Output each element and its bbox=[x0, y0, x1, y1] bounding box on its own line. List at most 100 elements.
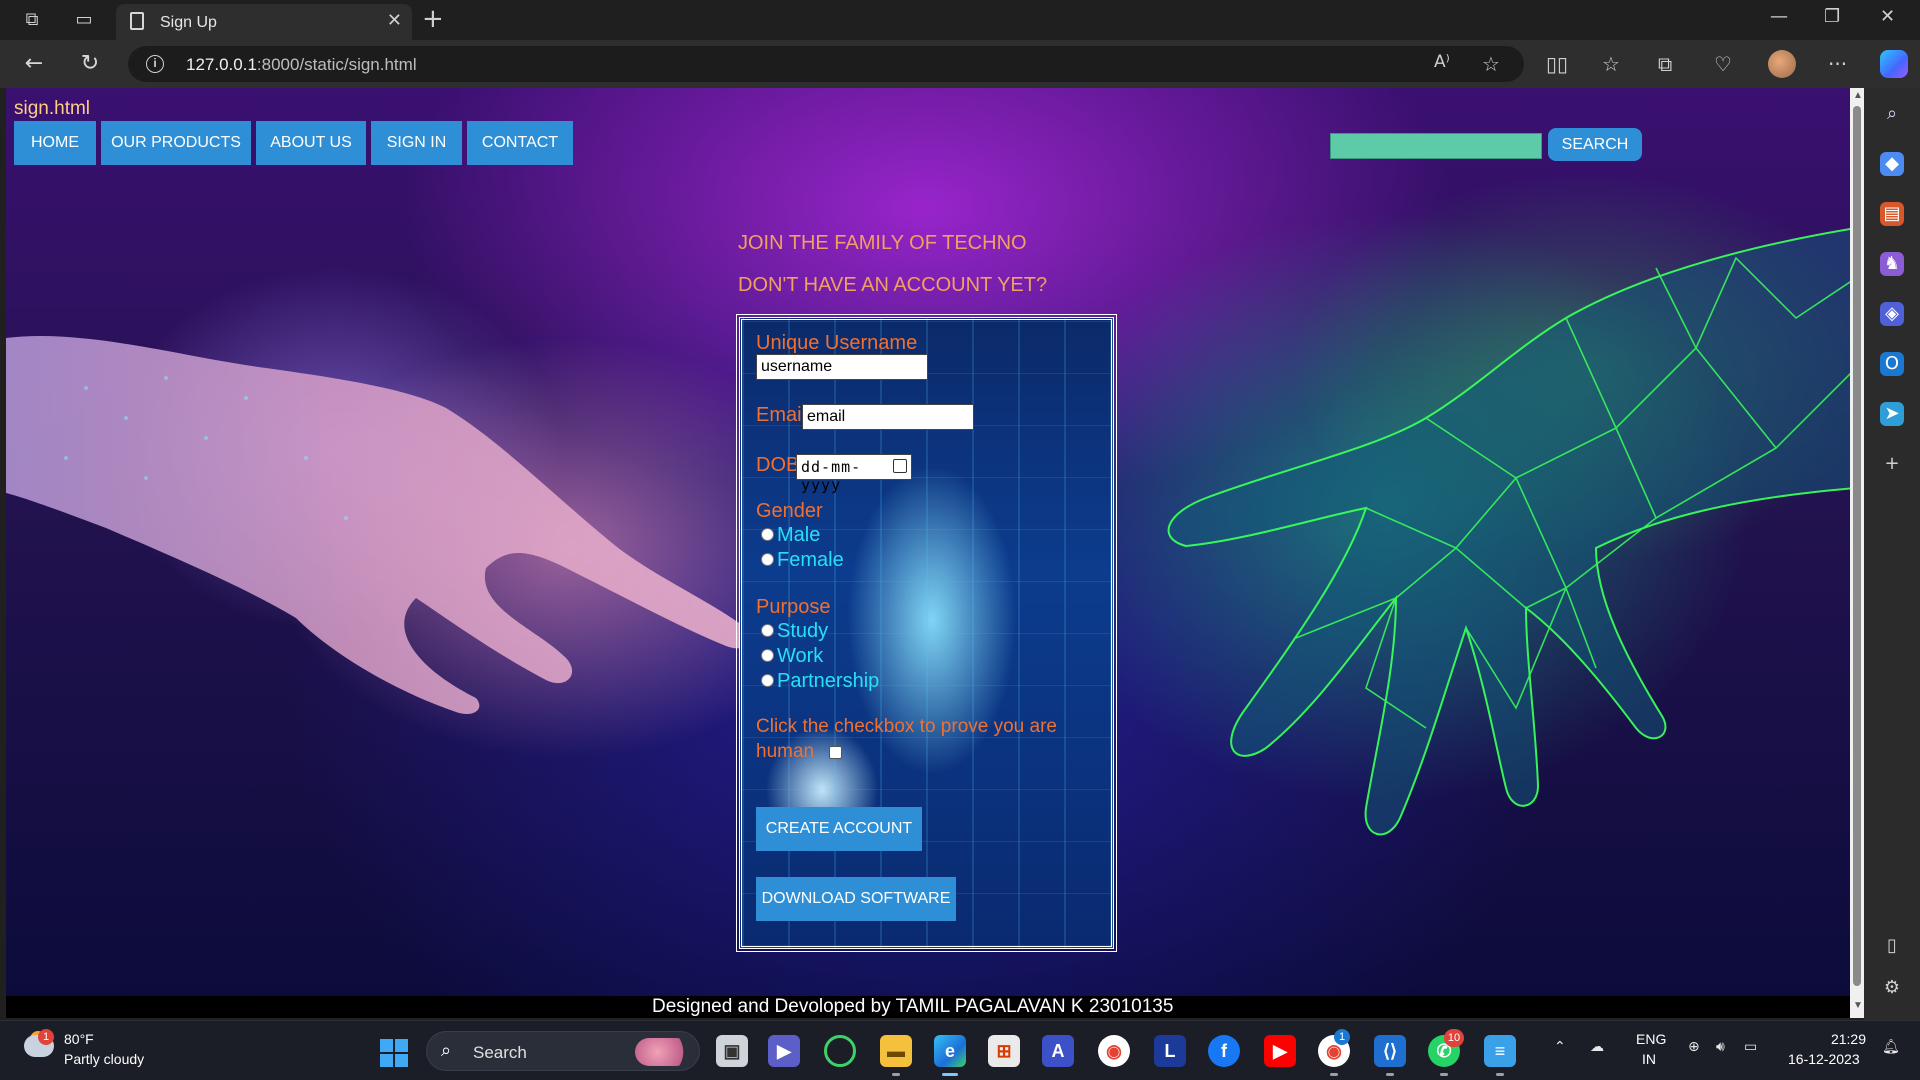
start-button[interactable] bbox=[380, 1039, 408, 1067]
edge-active-dot bbox=[942, 1073, 958, 1076]
calendar-icon[interactable] bbox=[893, 459, 907, 473]
back-icon[interactable]: ← bbox=[20, 50, 48, 78]
page-icon bbox=[130, 12, 144, 30]
scrollbar-thumb[interactable] bbox=[1853, 106, 1861, 986]
battery-icon[interactable]: ▭ bbox=[1744, 1039, 1757, 1055]
weather-temp[interactable]: 80°F bbox=[64, 1031, 94, 1047]
tools-icon[interactable]: ▤ bbox=[1880, 202, 1904, 226]
copilot-icon[interactable] bbox=[1880, 50, 1908, 78]
weather-badge: 1 bbox=[38, 1029, 54, 1045]
app-a-icon[interactable]: A bbox=[1042, 1035, 1074, 1067]
scroll-down-icon[interactable]: ▼ bbox=[1853, 1000, 1863, 1011]
favorites-icon[interactable]: ☆ bbox=[1602, 52, 1620, 76]
onedrive-icon[interactable]: ☁ bbox=[1590, 1039, 1604, 1055]
region-indicator[interactable]: IN bbox=[1642, 1051, 1656, 1067]
browser-title-bar: ⧉ ▭ Sign Up ✕ + — ❐ ✕ bbox=[0, 0, 1920, 40]
join-heading: JOIN THE FAMILY OF TECHNO bbox=[738, 232, 1027, 254]
app-l-icon[interactable]: L bbox=[1154, 1035, 1186, 1067]
file-explorer-icon[interactable]: ▬ bbox=[880, 1035, 912, 1067]
dob-label: DOB bbox=[756, 454, 800, 476]
window-close-icon[interactable]: ✕ bbox=[1880, 6, 1895, 27]
youtube-icon[interactable]: ▶ bbox=[1264, 1035, 1296, 1067]
search-input[interactable] bbox=[1330, 133, 1542, 159]
edge-icon[interactable]: e bbox=[934, 1035, 966, 1067]
purpose-partnership-radio[interactable] bbox=[761, 674, 774, 687]
app-ring-icon[interactable] bbox=[824, 1035, 856, 1067]
search-button[interactable]: SEARCH bbox=[1548, 128, 1642, 161]
edge-sidebar: ⌕ ◆ ▤ ♞ ◈ O ➤ + ▯ ⚙ bbox=[1864, 88, 1920, 1020]
nav-contact[interactable]: CONTACT bbox=[467, 121, 573, 165]
workspaces-icon[interactable]: ⧉ bbox=[20, 8, 44, 32]
restore-icon[interactable]: ❐ bbox=[1824, 6, 1840, 27]
minimize-icon[interactable]: — bbox=[1770, 6, 1788, 27]
copilot-sidebar-icon[interactable]: ◈ bbox=[1880, 302, 1904, 326]
windows-taskbar: 1 80°F Partly cloudy ⌕ Search ▣ ▶ ▬ e ⊞ … bbox=[0, 1020, 1920, 1080]
purpose-partnership-label: Partnership bbox=[777, 670, 880, 692]
create-account-button[interactable]: CREATE ACCOUNT bbox=[756, 807, 922, 851]
gender-female-radio[interactable] bbox=[761, 553, 774, 566]
human-checkbox[interactable] bbox=[829, 746, 842, 759]
page-file-label: sign.html bbox=[14, 98, 91, 119]
collections-icon[interactable]: ⧉ bbox=[1658, 52, 1672, 76]
purpose-study-radio[interactable] bbox=[761, 624, 774, 637]
language-indicator[interactable]: ENG bbox=[1636, 1031, 1666, 1047]
notepad-running-dot bbox=[1496, 1073, 1504, 1076]
games-icon[interactable]: ♞ bbox=[1880, 252, 1904, 276]
gender-female-label: Female bbox=[777, 549, 844, 571]
dob-input[interactable]: dd-mm-yyyy bbox=[796, 454, 912, 494]
explorer-running-dot bbox=[892, 1073, 900, 1076]
vscode-icon[interactable]: ⟨⟩ bbox=[1374, 1035, 1406, 1067]
browser-essentials-icon[interactable]: ♡ bbox=[1714, 52, 1732, 76]
email-input[interactable]: email bbox=[802, 404, 974, 430]
send-icon[interactable]: ➤ bbox=[1880, 402, 1904, 426]
profile-avatar[interactable] bbox=[1768, 50, 1796, 78]
nav-our-products[interactable]: OUR PRODUCTS bbox=[101, 121, 251, 165]
clock-date[interactable]: 16-12-2023 bbox=[1788, 1051, 1860, 1067]
page-scrollbar[interactable]: ▲ ▼ bbox=[1850, 88, 1864, 1018]
nav-sign-in[interactable]: SIGN IN bbox=[371, 121, 462, 165]
purpose-study-label: Study bbox=[777, 620, 829, 642]
chrome-profile-badge: 1 bbox=[1334, 1029, 1350, 1045]
scroll-up-icon[interactable]: ▲ bbox=[1853, 90, 1863, 101]
network-icon[interactable]: ⊕ bbox=[1688, 1039, 1700, 1055]
add-icon[interactable]: + bbox=[1880, 452, 1904, 476]
notification-bell-icon[interactable]: 🔔︎ bbox=[1882, 1039, 1900, 1055]
notepad-icon[interactable]: ≡ bbox=[1484, 1035, 1516, 1067]
settings-gear-icon[interactable]: ⚙ bbox=[1880, 976, 1904, 1000]
robot-hand-image bbox=[1167, 228, 1850, 836]
teams-icon[interactable]: ▶ bbox=[768, 1035, 800, 1067]
favorite-star-icon[interactable]: ☆ bbox=[1482, 52, 1500, 76]
facebook-icon[interactable]: f bbox=[1208, 1035, 1240, 1067]
purpose-work-radio[interactable] bbox=[761, 649, 774, 662]
taskbar-search[interactable]: ⌕ Search bbox=[426, 1031, 700, 1071]
nav-about-us[interactable]: ABOUT US bbox=[256, 121, 366, 165]
store-icon[interactable]: ⊞ bbox=[988, 1035, 1020, 1067]
browser-tab[interactable]: Sign Up ✕ bbox=[116, 4, 412, 40]
search-icon[interactable]: ⌕ bbox=[1880, 102, 1904, 126]
clock-time[interactable]: 21:29 bbox=[1830, 1031, 1866, 1047]
whatsapp-running-dot bbox=[1440, 1073, 1448, 1076]
page-viewport: sign.html HOME OUR PRODUCTS ABOUT US SIG… bbox=[6, 88, 1850, 1018]
sidebar-panel-icon[interactable]: ▯ bbox=[1880, 934, 1904, 958]
human-hand-image bbox=[6, 335, 751, 715]
task-view-icon[interactable]: ▣ bbox=[716, 1035, 748, 1067]
tray-chevron-icon[interactable]: ⌃ bbox=[1554, 1039, 1566, 1055]
weather-desc[interactable]: Partly cloudy bbox=[64, 1051, 144, 1067]
chrome-icon[interactable]: ◉ bbox=[1098, 1035, 1130, 1067]
site-info-icon[interactable]: i bbox=[146, 55, 164, 73]
read-aloud-icon[interactable]: A⁾ bbox=[1434, 52, 1450, 72]
download-software-button[interactable]: DOWNLOAD SOFTWARE bbox=[756, 877, 956, 921]
refresh-icon[interactable]: ↻ bbox=[76, 50, 104, 78]
gender-male-radio[interactable] bbox=[761, 528, 774, 541]
shopping-tag-icon[interactable]: ◆ bbox=[1880, 152, 1904, 176]
volume-icon[interactable]: 🔊︎ bbox=[1716, 1039, 1725, 1055]
nav-home[interactable]: HOME bbox=[14, 121, 96, 165]
new-tab-button[interactable]: + bbox=[422, 4, 444, 34]
address-bar[interactable]: i 127.0.0.1:8000/static/sign.html A⁾ ☆ bbox=[128, 46, 1524, 82]
tab-close-icon[interactable]: ✕ bbox=[387, 10, 402, 31]
username-input[interactable]: username bbox=[756, 354, 928, 380]
more-options-icon[interactable]: ··· bbox=[1828, 52, 1847, 76]
split-screen-icon[interactable]: ▯▯ bbox=[1546, 52, 1568, 76]
tab-actions-icon[interactable]: ▭ bbox=[72, 8, 96, 32]
outlook-icon[interactable]: O bbox=[1880, 352, 1904, 376]
